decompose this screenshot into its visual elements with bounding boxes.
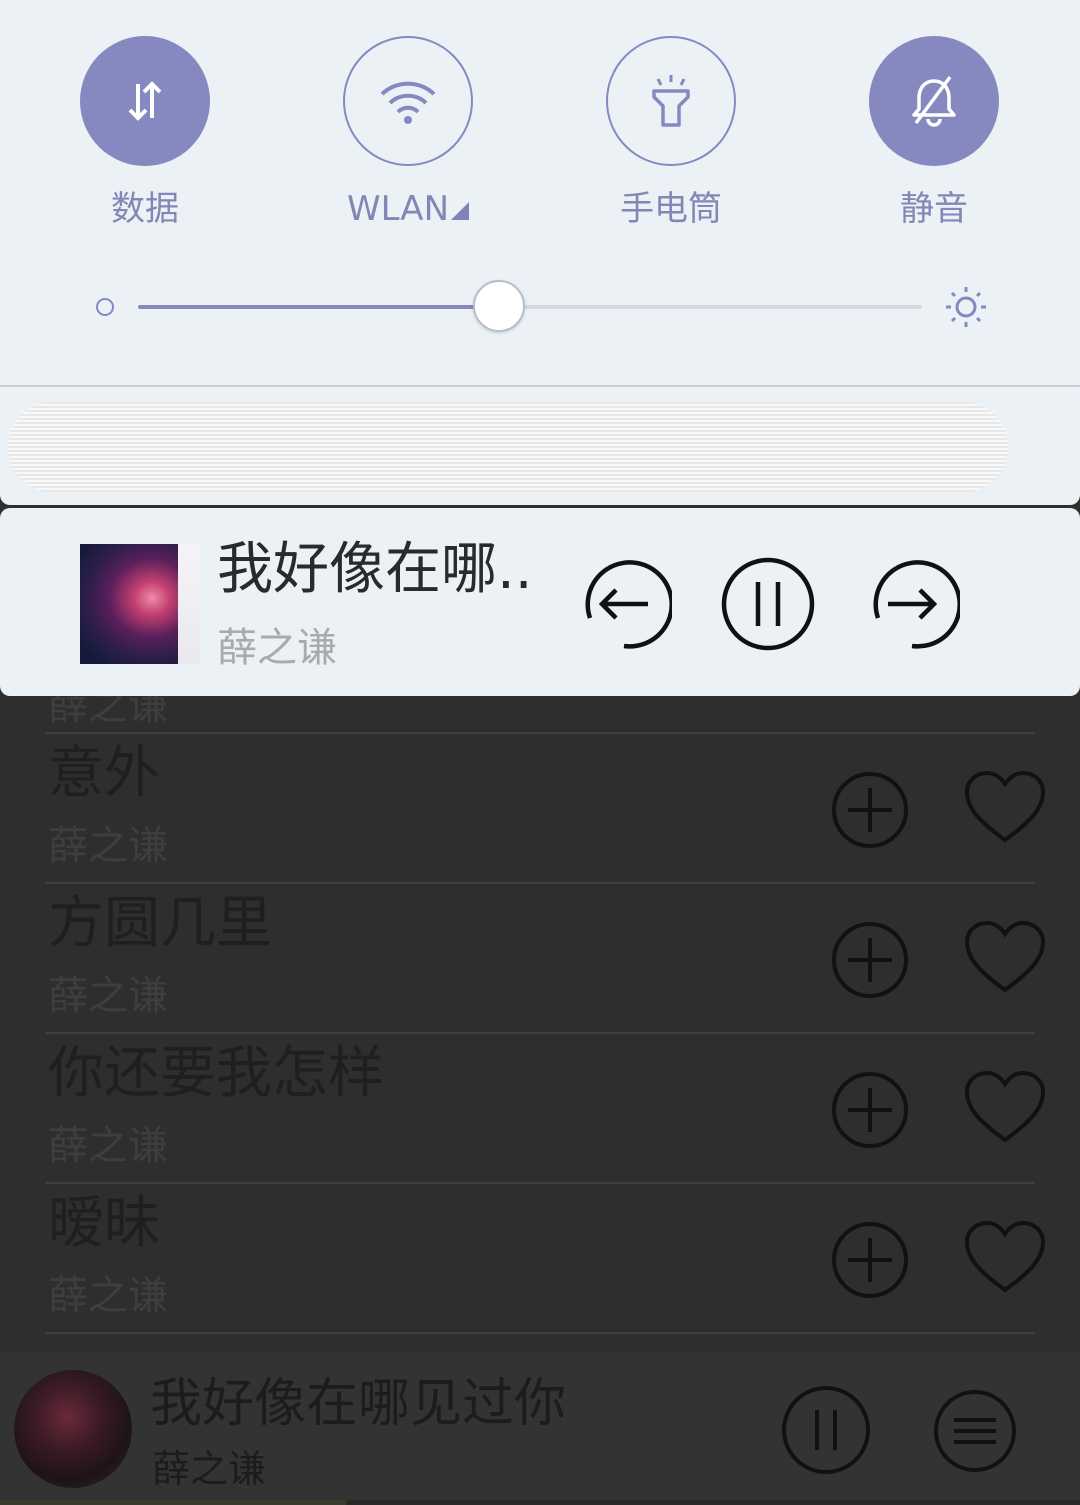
song-artist: 薛之谦 [48,1123,168,1169]
playback-progress[interactable] [0,1500,1080,1505]
toggle-silent[interactable]: 静音 [869,36,999,226]
playback-progress-fill [0,1500,346,1505]
song-title: 意外 [48,741,160,806]
song-title: 暧昧 [48,1191,160,1256]
brightness-low-icon [96,298,114,316]
add-to-playlist-icon[interactable] [830,770,910,850]
heart-icon[interactable] [963,1220,1047,1296]
previous-button[interactable] [576,556,672,652]
heart-icon[interactable] [963,1070,1047,1146]
heart-icon[interactable] [963,770,1047,846]
next-icon [873,560,960,649]
add-to-playlist-icon[interactable] [830,1220,910,1300]
heart-icon[interactable] [963,920,1047,996]
toggle-label: 数据 [111,189,179,229]
pause-icon [721,557,815,651]
song-artist: 薛之谦 [48,973,168,1019]
song-row[interactable]: 暧昧 薛之谦 [45,1182,1046,1332]
album-art[interactable] [14,1370,132,1488]
song-row[interactable]: 方圆几里 薛之谦 [45,882,1046,1032]
song-artist: 薛之谦 [48,823,168,869]
bell-off-icon [906,73,962,129]
list-divider [45,1332,1035,1352]
song-row[interactable]: 意外 薛之谦 [45,732,1046,882]
previous-icon [585,560,672,649]
brightness-track[interactable] [138,305,922,309]
brightness-slider[interactable] [90,280,990,336]
redacted-notification[interactable] [8,402,1008,492]
wifi-icon [378,76,438,126]
toggle-label: 手电筒 [620,189,722,229]
next-button[interactable] [864,556,960,652]
wlan-signal-triangle-icon [451,202,470,220]
toggle-flashlight[interactable]: 手电筒 [606,36,736,226]
toggle-label: 静音 [900,189,968,229]
toggle-wlan[interactable]: WLAN [343,36,473,226]
toggle-flashlight-circle[interactable] [606,36,736,166]
toggle-mobile-data[interactable]: 数据 [80,36,210,226]
brightness-track-fill [138,305,499,309]
playlist-icon[interactable] [932,1388,1018,1474]
add-to-playlist-icon[interactable] [830,1070,910,1150]
song-title: 你还要我怎样 [48,1041,384,1106]
shade-divider [0,385,1080,387]
media-artist: 薛之谦 [217,625,337,671]
flashlight-icon [646,73,696,129]
media-album-art[interactable] [80,544,200,664]
brightness-high-icon [944,285,988,329]
data-arrows-icon [120,76,170,126]
toggle-silent-circle[interactable] [869,36,999,166]
media-notification[interactable]: 我好像在哪.. 薛之谦 [0,508,1080,696]
toggle-label-text: WLAN [346,189,450,229]
toggle-wlan-circle[interactable] [343,36,473,166]
add-to-playlist-icon[interactable] [830,920,910,1000]
toggle-mobile-data-circle[interactable] [80,36,210,166]
song-title: 方圆几里 [48,891,272,956]
brightness-thumb[interactable] [472,280,525,332]
pause-button[interactable] [780,1384,872,1476]
song-artist: 薛之谦 [48,1273,168,1319]
now-playing-bar[interactable]: 我好像在哪见过你 薛之谦 [0,1352,1080,1505]
pause-button[interactable] [720,556,816,652]
song-row[interactable]: 你还要我怎样 薛之谦 [45,1032,1046,1182]
now-playing-title: 我好像在哪见过你 [150,1374,567,1434]
toggle-label: WLAN [303,192,513,226]
media-title: 我好像在哪.. [217,537,533,602]
notification-shade: 数据 WLAN 手电筒 静音 [0,0,1080,505]
now-playing-artist: 薛之谦 [152,1447,267,1491]
